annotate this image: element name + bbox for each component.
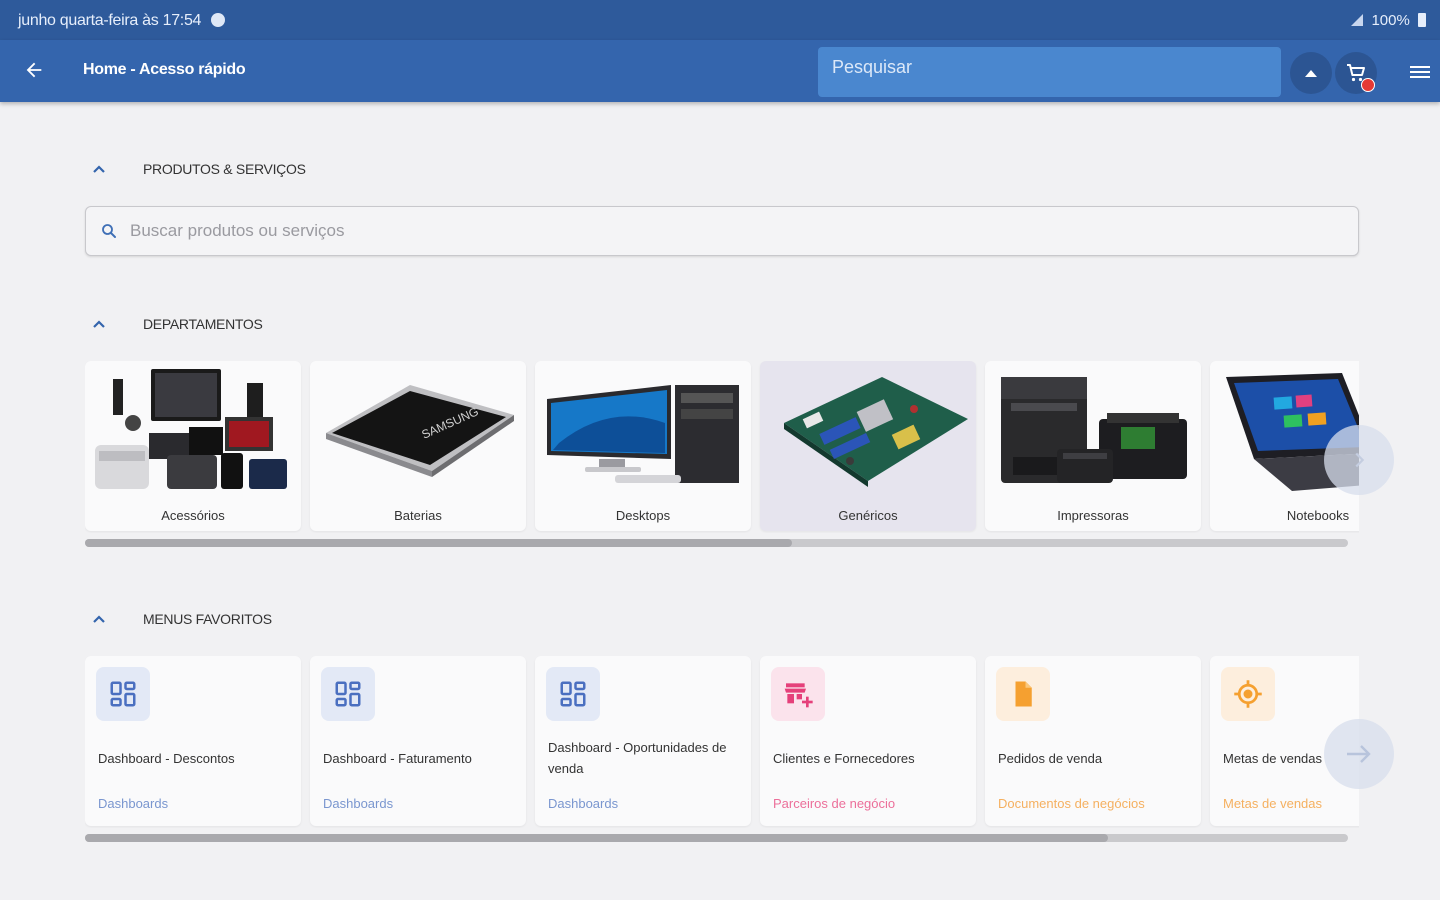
department-label: Impressoras	[1057, 508, 1129, 523]
arrow-right-icon	[1347, 745, 1371, 763]
collapse-favorites-button[interactable]	[88, 608, 110, 630]
department-label: Genéricos	[838, 508, 898, 523]
favorite-card-clientes-fornecedores[interactable]: Clientes e Fornecedores Parceiros de neg…	[760, 656, 976, 826]
collapse-products-button[interactable]	[88, 158, 110, 180]
favorites-next-button[interactable]	[1324, 719, 1394, 789]
menu-icon-line	[1410, 70, 1430, 73]
dashboard-icon	[546, 667, 600, 721]
products-section-header: PRODUTOS & SERVIÇOS	[88, 158, 306, 180]
favorite-title: Dashboard - Faturamento	[323, 751, 472, 766]
department-card-genericos[interactable]: Genéricos	[760, 361, 976, 531]
menu-icon-line	[1410, 65, 1430, 68]
arrow-right-icon	[1355, 452, 1365, 468]
favorite-category: Documentos de negócios	[998, 796, 1145, 811]
scroll-up-button[interactable]	[1290, 52, 1332, 94]
favorite-title: Dashboard - Oportunidades de venda	[548, 740, 727, 776]
favorites-scrollbar[interactable]	[85, 834, 1348, 842]
chevron-up-icon	[93, 165, 105, 173]
battery-level: 100%	[1371, 12, 1410, 29]
favorite-card-dashboard-faturamento[interactable]: Dashboard - Faturamento Dashboards	[310, 656, 526, 826]
chevron-up-icon	[93, 615, 105, 623]
favorites-section-title: MENUS FAVORITOS	[143, 611, 272, 627]
departments-scrollbar-thumb[interactable]	[85, 539, 793, 547]
breadcrumb: Home - Acesso rápido	[83, 61, 246, 78]
electronics-group-image	[95, 369, 287, 489]
department-label: Notebooks	[1286, 508, 1350, 523]
global-search-placeholder: Pesquisar	[832, 57, 913, 77]
chevron-up-icon	[93, 320, 105, 328]
favorite-title: Pedidos de venda	[998, 751, 1103, 766]
global-search-input[interactable]: Pesquisar	[818, 47, 1281, 97]
product-search-placeholder: Buscar produtos ou serviços	[130, 221, 345, 240]
signal-icon	[1351, 14, 1364, 26]
departments-section-title: DEPARTAMENTOS	[143, 316, 263, 332]
search-icon	[102, 224, 116, 238]
departments-carousel[interactable]: Acessórios SAMSUNG Baterias Desktops Gen…	[85, 361, 1359, 533]
caret-up-icon	[1305, 69, 1317, 77]
department-card-baterias[interactable]: SAMSUNG Baterias	[310, 361, 526, 531]
cart-button[interactable]	[1335, 52, 1377, 94]
dashboard-icon	[96, 667, 150, 721]
department-label: Baterias	[394, 508, 442, 523]
notification-icon	[211, 13, 226, 27]
collapse-departments-button[interactable]	[88, 313, 110, 335]
departments-next-button[interactable]	[1324, 425, 1394, 495]
back-button[interactable]	[18, 54, 50, 86]
favorite-category: Dashboards	[98, 796, 169, 811]
department-label: Desktops	[615, 508, 671, 523]
dashboard-icon	[321, 667, 375, 721]
favorite-category: Metas de vendas	[1223, 796, 1323, 811]
departments-scrollbar[interactable]	[85, 539, 1348, 547]
favorites-scrollbar-thumb[interactable]	[85, 834, 1109, 842]
status-time: junho quarta-feira às 17:54	[18, 12, 202, 29]
document-icon	[996, 667, 1050, 721]
department-card-impressoras[interactable]: Impressoras	[985, 361, 1201, 531]
menu-button[interactable]	[1402, 58, 1438, 86]
favorites-section-header: MENUS FAVORITOS	[88, 608, 272, 630]
store-add-icon	[771, 667, 825, 721]
battery-image: SAMSUNG	[326, 385, 514, 477]
menu-icon-line	[1410, 76, 1430, 79]
favorite-category: Dashboards	[548, 796, 619, 811]
favorites-carousel[interactable]: Dashboard - Descontos Dashboards Dashboa…	[85, 656, 1359, 828]
favorite-card-pedidos-venda[interactable]: Pedidos de venda Documentos de negócios	[985, 656, 1201, 826]
product-search-input[interactable]: Buscar produtos ou serviços	[85, 206, 1359, 256]
department-card-acessorios[interactable]: Acessórios	[85, 361, 301, 531]
favorite-card-dashboard-descontos[interactable]: Dashboard - Descontos Dashboards	[85, 656, 301, 826]
app-bar: Home - Acesso rápido Pesquisar	[0, 40, 1440, 102]
departments-section-header: DEPARTAMENTOS	[88, 313, 263, 335]
favorite-title: Dashboard - Descontos	[98, 751, 235, 766]
battery-icon	[1418, 13, 1426, 27]
printers-image	[1001, 377, 1187, 483]
department-card-desktops[interactable]: Desktops	[535, 361, 751, 531]
department-label: Acessórios	[161, 508, 225, 523]
target-icon	[1221, 667, 1275, 721]
favorite-card-dashboard-oportunidades[interactable]: Dashboard - Oportunidades de venda Dashb…	[535, 656, 751, 826]
favorite-title: Clientes e Fornecedores	[773, 751, 915, 766]
status-bar: junho quarta-feira às 17:54 100%	[0, 0, 1440, 40]
desktop-computer-image	[547, 385, 739, 483]
arrow-left-icon	[26, 62, 42, 78]
motherboard-image	[784, 377, 968, 487]
favorite-category: Dashboards	[323, 796, 394, 811]
favorite-category: Parceiros de negócio	[773, 796, 896, 811]
products-section-title: PRODUTOS & SERVIÇOS	[143, 161, 306, 177]
cart-badge	[1361, 78, 1375, 92]
